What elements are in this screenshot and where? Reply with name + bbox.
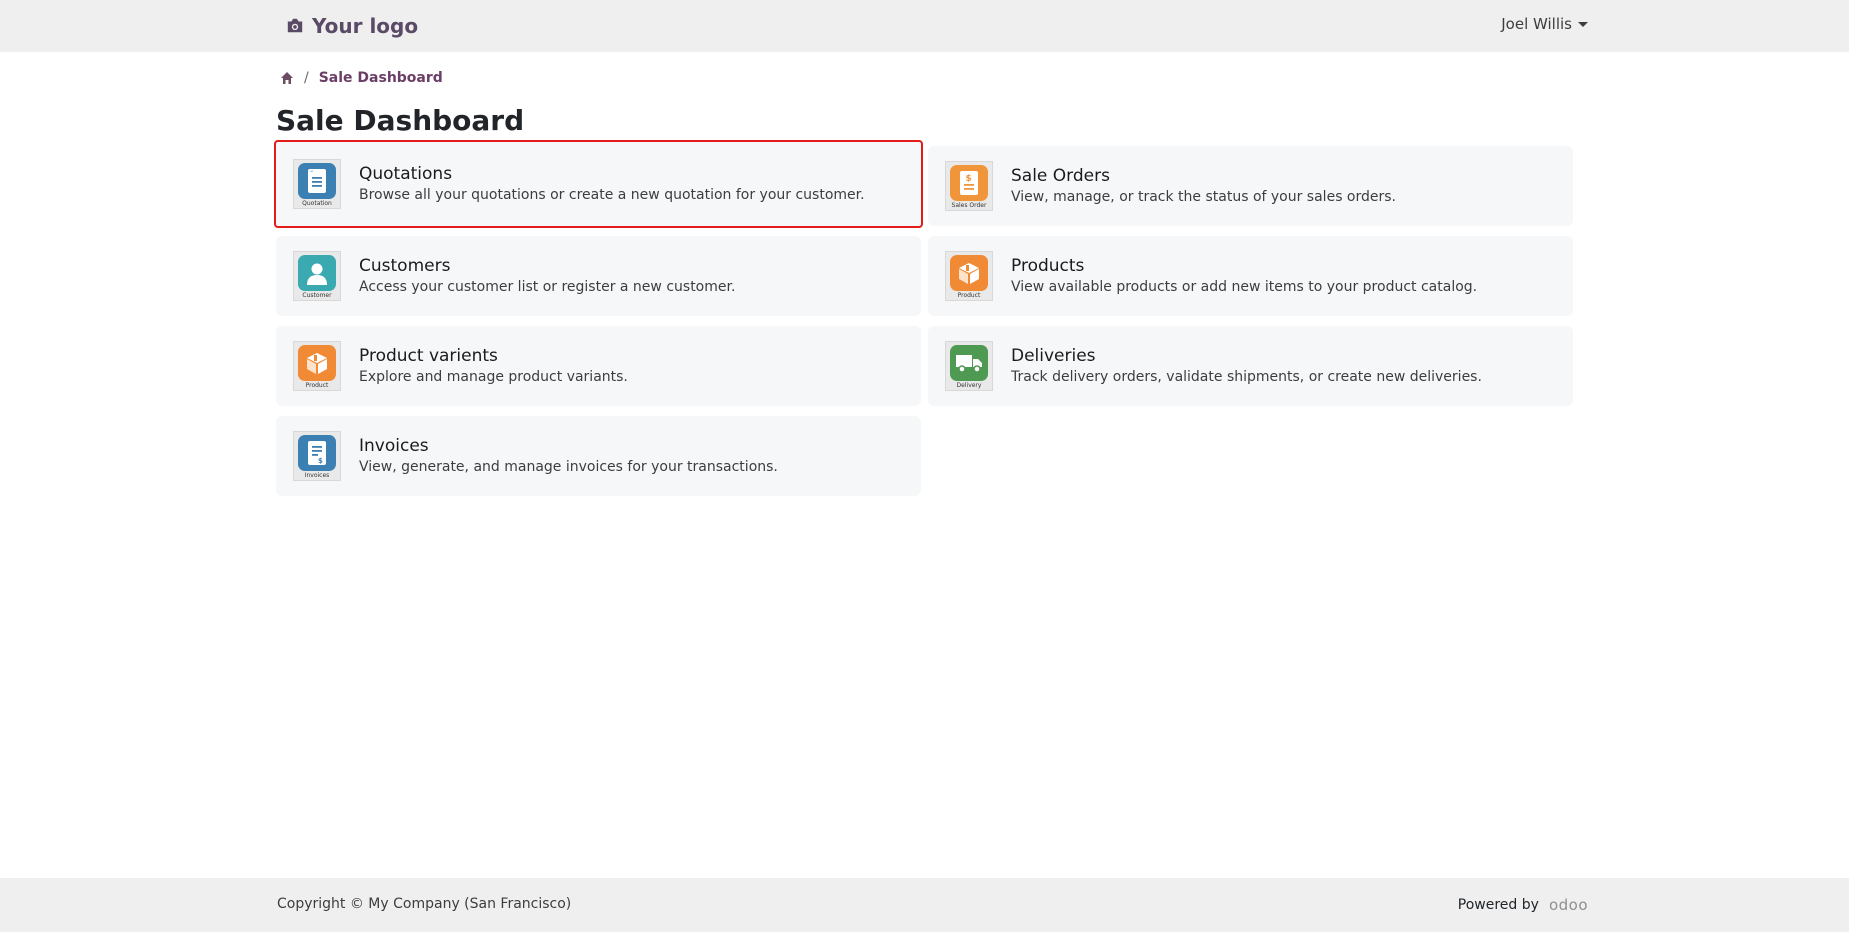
top-navbar: Your logo Joel Willis bbox=[0, 0, 1849, 52]
svg-text:$: $ bbox=[318, 457, 323, 465]
product-icon: Product bbox=[945, 251, 993, 301]
copyright-text: Copyright © My Company (San Francisco) bbox=[277, 896, 572, 912]
breadcrumb: / Sale Dashboard bbox=[280, 70, 443, 86]
quotations-card[interactable]: “ Quotation Quotations Browse all your q… bbox=[274, 140, 923, 228]
powered-by-label: Powered by bbox=[1457, 897, 1539, 913]
powered-by: Powered by odoo bbox=[1458, 896, 1588, 914]
card-title: Product varients bbox=[359, 346, 498, 366]
card-description: View, manage, or track the status of you… bbox=[1011, 189, 1397, 205]
deliveries-card[interactable]: Delivery Deliveries Track delivery order… bbox=[928, 326, 1573, 406]
card-title: Products bbox=[1011, 256, 1085, 276]
card-title: Customers bbox=[359, 256, 451, 276]
card-description: Track delivery orders, validate shipment… bbox=[1011, 369, 1482, 385]
logo[interactable]: Your logo bbox=[286, 12, 418, 40]
sale-orders-card[interactable]: $ Sales Order Sale Orders View, manage, … bbox=[928, 146, 1573, 226]
page-title: Sale Dashboard bbox=[276, 104, 525, 137]
customer-icon: Customer bbox=[293, 251, 341, 301]
camera-icon bbox=[287, 18, 303, 33]
dashboard-grid: “ Quotation Quotations Browse all your q… bbox=[274, 140, 1573, 496]
card-title: Quotations bbox=[359, 164, 453, 184]
user-menu[interactable]: Joel Willis bbox=[1501, 15, 1588, 33]
customers-card[interactable]: Customer Customers Access your customer … bbox=[276, 236, 921, 316]
breadcrumb-separator: / bbox=[304, 70, 309, 86]
card-description: View, generate, and manage invoices for … bbox=[359, 459, 778, 475]
delivery-icon: Delivery bbox=[945, 341, 993, 391]
card-description: Browse all your quotations or create a n… bbox=[359, 187, 865, 203]
breadcrumb-current: Sale Dashboard bbox=[318, 70, 443, 86]
card-description: Explore and manage product variants. bbox=[359, 369, 628, 385]
home-icon[interactable] bbox=[280, 71, 294, 85]
invoice-icon: $ Invoices bbox=[293, 431, 341, 481]
odoo-logo[interactable]: odoo bbox=[1549, 896, 1588, 914]
products-card[interactable]: Product Products View available products… bbox=[928, 236, 1573, 316]
product-icon: Product bbox=[293, 341, 341, 391]
invoices-card[interactable]: $ Invoices Invoices View, generate, and … bbox=[276, 416, 921, 496]
card-description: View available products or add new items… bbox=[1011, 279, 1478, 295]
svg-text:“: “ bbox=[310, 170, 313, 177]
card-title: Sale Orders bbox=[1011, 166, 1110, 186]
card-description: Access your customer list or register a … bbox=[359, 279, 736, 295]
card-title: Invoices bbox=[359, 436, 429, 456]
svg-text:$: $ bbox=[966, 174, 972, 184]
product-variants-card[interactable]: Product Product varients Explore and man… bbox=[276, 326, 921, 406]
user-name: Joel Willis bbox=[1501, 15, 1572, 33]
sales-order-icon: $ Sales Order bbox=[945, 161, 993, 211]
footer: Copyright © My Company (San Francisco) P… bbox=[0, 878, 1849, 932]
logo-text: Your logo bbox=[312, 14, 419, 38]
quotation-icon: “ Quotation bbox=[293, 159, 341, 209]
card-title: Deliveries bbox=[1011, 346, 1096, 366]
caret-down-icon bbox=[1578, 21, 1588, 27]
